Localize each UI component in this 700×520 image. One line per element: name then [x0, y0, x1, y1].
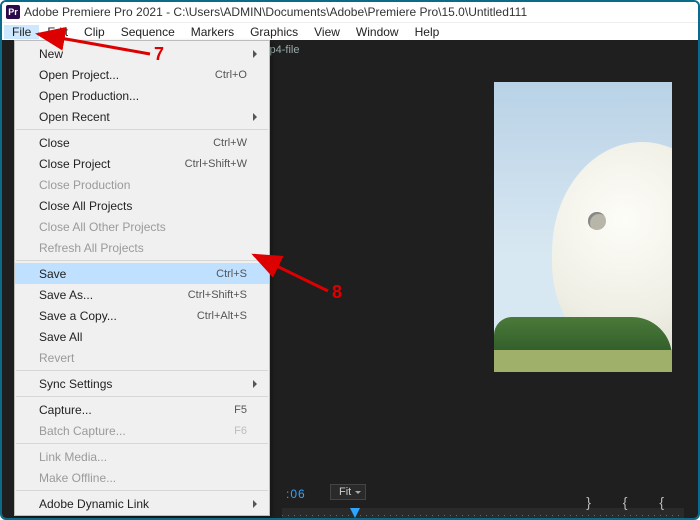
menu-item-save-as[interactable]: Save As...Ctrl+Shift+S [15, 284, 269, 305]
menu-separator [16, 396, 268, 397]
menu-item-open-recent[interactable]: Open Recent [15, 106, 269, 127]
menu-bar: File Edit Clip Sequence Markers Graphics… [2, 22, 698, 40]
menu-item-close-all-other: Close All Other Projects [15, 216, 269, 237]
menu-edit[interactable]: Edit [39, 25, 76, 39]
annotation-number-7: 7 [154, 44, 164, 65]
menu-item-adobe-anywhere: Adobe Anywhere [15, 514, 269, 516]
menu-graphics[interactable]: Graphics [242, 25, 306, 39]
app-icon: Pr [6, 5, 20, 19]
menu-item-new[interactable]: New [15, 43, 269, 64]
annotation-number-8: 8 [332, 282, 342, 303]
menu-markers[interactable]: Markers [183, 25, 242, 39]
menu-item-sync-settings[interactable]: Sync Settings [15, 373, 269, 394]
zoom-fit-dropdown[interactable]: Fit [330, 484, 366, 500]
menu-item-save-a-copy[interactable]: Save a Copy...Ctrl+Alt+S [15, 305, 269, 326]
menu-item-link-media: Link Media... [15, 446, 269, 467]
menu-item-open-project[interactable]: Open Project...Ctrl+O [15, 64, 269, 85]
preview-image-ground [494, 350, 672, 372]
title-bar: Pr Adobe Premiere Pro 2021 - C:\Users\AD… [2, 2, 698, 22]
menu-separator [16, 443, 268, 444]
timecode[interactable]: :06 [286, 487, 306, 501]
menu-item-save[interactable]: SaveCtrl+S [15, 263, 269, 284]
menu-item-open-production[interactable]: Open Production... [15, 85, 269, 106]
menu-separator [16, 129, 268, 130]
menu-item-close-all-projects[interactable]: Close All Projects [15, 195, 269, 216]
marker-braces: } { { [586, 494, 678, 510]
menu-item-close[interactable]: CloseCtrl+W [15, 132, 269, 153]
playhead[interactable] [350, 508, 360, 518]
menu-sequence[interactable]: Sequence [113, 25, 183, 39]
menu-help[interactable]: Help [407, 25, 448, 39]
program-monitor[interactable] [494, 82, 672, 372]
menu-separator [16, 370, 268, 371]
menu-item-make-offline: Make Offline... [15, 467, 269, 488]
menu-item-save-all[interactable]: Save All [15, 326, 269, 347]
menu-separator [16, 260, 268, 261]
menu-window[interactable]: Window [348, 25, 407, 39]
menu-separator [16, 490, 268, 491]
app-window: Pr Adobe Premiere Pro 2021 - C:\Users\AD… [0, 0, 700, 520]
menu-item-batch-capture: Batch Capture...F6 [15, 420, 269, 441]
menu-view[interactable]: View [306, 25, 348, 39]
file-menu-dropdown: New Open Project...Ctrl+O Open Productio… [14, 40, 270, 516]
menu-item-capture[interactable]: Capture...F5 [15, 399, 269, 420]
menu-file[interactable]: File [4, 25, 39, 39]
menu-item-close-production: Close Production [15, 174, 269, 195]
menu-item-revert: Revert [15, 347, 269, 368]
window-title: Adobe Premiere Pro 2021 - C:\Users\ADMIN… [24, 5, 527, 19]
menu-item-adobe-dynamic-link[interactable]: Adobe Dynamic Link [15, 493, 269, 514]
menu-item-close-project[interactable]: Close ProjectCtrl+Shift+W [15, 153, 269, 174]
menu-item-refresh-all: Refresh All Projects [15, 237, 269, 258]
menu-clip[interactable]: Clip [76, 25, 113, 39]
